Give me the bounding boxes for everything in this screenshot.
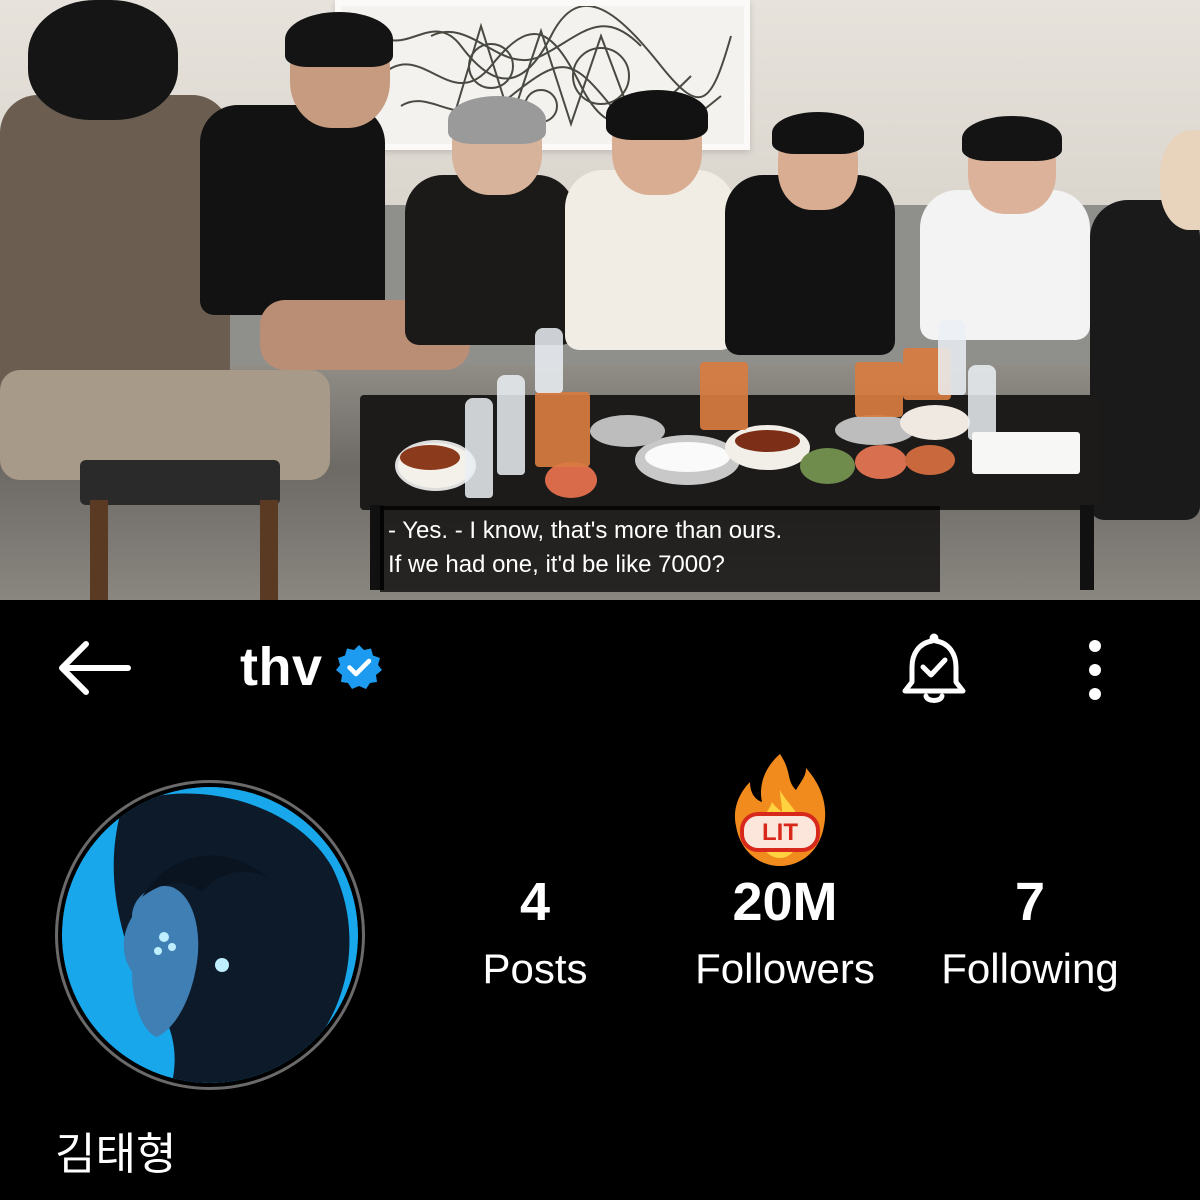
posts-label: Posts — [482, 945, 588, 992]
followers-label: Followers — [695, 945, 875, 992]
avatar-photo — [62, 787, 358, 1083]
avatar — [58, 783, 362, 1087]
username: thv — [240, 637, 323, 697]
verified-badge-icon — [335, 645, 382, 689]
more-options-button[interactable] — [1075, 630, 1115, 710]
salad-cup — [800, 448, 855, 484]
bell-check-icon — [902, 633, 966, 703]
soup-cup — [855, 362, 903, 417]
following-count: 7 — [1014, 872, 1046, 932]
soup-cup — [700, 362, 748, 430]
chair-seat — [80, 460, 280, 505]
lit-fire-sticker: LIT — [730, 750, 830, 870]
water-bottle — [535, 328, 563, 393]
profile-avatar[interactable] — [55, 780, 365, 1090]
following-label: Following — [941, 945, 1119, 992]
kimchi-cup — [855, 445, 907, 479]
sauce-cup — [905, 445, 955, 475]
food-contents — [400, 445, 460, 470]
subtitle-line-2: If we had one, it'd be like 7000? — [388, 551, 725, 578]
video-subtitle: - Yes. - I know, that's more than ours. … — [380, 506, 940, 592]
water-bottle — [465, 398, 493, 498]
following-stat[interactable]: 7 Following — [920, 870, 1140, 1004]
subtitle-line-1: - Yes. - I know, that's more than ours. — [388, 517, 783, 544]
posts-stat[interactable]: 4 Posts — [460, 870, 610, 1004]
food-tray — [590, 415, 665, 447]
chair-leg — [260, 500, 278, 600]
profile-screen: thv LIT 4 Posts 20M Followers 7 Followin… — [0, 600, 1200, 1200]
avatar-portrait — [62, 787, 358, 1083]
notifications-button[interactable] — [895, 630, 973, 708]
profile-full-name: 김태형 — [55, 1130, 177, 1179]
water-bottle — [968, 365, 996, 440]
back-button[interactable] — [52, 636, 136, 700]
water-bottle — [497, 375, 525, 475]
food-container — [900, 405, 970, 440]
rice — [645, 442, 730, 472]
soup-cup — [535, 392, 590, 467]
kimchi-cup — [545, 462, 597, 498]
table-leg — [1080, 505, 1094, 590]
followers-count: 20M — [732, 872, 838, 932]
water-bottle — [938, 320, 966, 395]
arrow-left-icon — [59, 641, 131, 695]
chair-leg — [90, 500, 108, 600]
followers-stat[interactable]: 20M Followers — [675, 870, 895, 1004]
sticker-text: LIT — [762, 819, 798, 846]
food-contents — [735, 430, 800, 452]
posts-count: 4 — [519, 872, 551, 932]
video-frame: - Yes. - I know, that's more than ours. … — [0, 0, 1200, 600]
napkins — [972, 432, 1080, 474]
profile-header: thv — [240, 632, 383, 702]
more-vertical-icon — [1089, 640, 1101, 700]
fire-icon: LIT — [734, 754, 826, 866]
